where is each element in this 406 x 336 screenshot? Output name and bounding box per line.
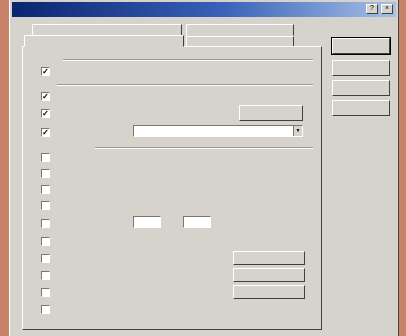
checkbox[interactable] (41, 169, 50, 178)
checkbox[interactable] (41, 254, 50, 263)
option-row[interactable] (41, 201, 311, 211)
close-button[interactable]: × (381, 4, 393, 14)
title-bar[interactable]: ? × (12, 2, 396, 17)
option-row[interactable] (41, 271, 231, 281)
apply-button[interactable] (332, 80, 390, 96)
checkbox[interactable] (41, 185, 50, 194)
background-left (0, 0, 9, 336)
option-row[interactable] (41, 153, 311, 163)
spin-field-2[interactable] (183, 216, 211, 228)
field-button[interactable] (233, 251, 305, 265)
separator (57, 84, 313, 86)
option-row[interactable]: ✓ (41, 128, 131, 138)
checkbox[interactable] (41, 219, 50, 228)
option-row[interactable] (41, 288, 231, 298)
background-right (398, 0, 406, 336)
tab-back-2[interactable] (186, 24, 294, 36)
checkbox[interactable] (41, 305, 50, 314)
checkbox[interactable] (41, 153, 50, 162)
option-row[interactable] (41, 237, 311, 247)
dropdown-select[interactable]: ▼ (133, 125, 303, 137)
separator (95, 147, 313, 149)
checkbox[interactable]: ✓ (41, 67, 50, 76)
spin-field-1[interactable] (133, 216, 161, 228)
checkbox[interactable]: ✓ (41, 92, 50, 101)
ok-button[interactable] (331, 37, 391, 55)
help-title-button[interactable]: ? (366, 4, 378, 14)
option-row[interactable] (41, 185, 311, 195)
option-row[interactable] (41, 219, 131, 229)
option-row[interactable] (41, 169, 311, 179)
field-button[interactable] (233, 285, 305, 299)
separator (63, 59, 313, 61)
option-row[interactable]: ✓ (41, 67, 311, 77)
option-row[interactable]: ✓ (41, 92, 311, 102)
option-row[interactable] (41, 254, 231, 264)
checkbox[interactable] (41, 201, 50, 210)
checkbox[interactable] (41, 271, 50, 280)
options-dialog: ? × ✓ ✓ ✓ ✓ ▼ (9, 0, 399, 336)
checkbox[interactable]: ✓ (41, 128, 50, 137)
tab-front-1-active[interactable] (24, 35, 184, 47)
tab-panel: ✓ ✓ ✓ ✓ ▼ (22, 46, 322, 330)
field-button[interactable] (233, 268, 305, 282)
checkbox[interactable] (41, 288, 50, 297)
help-button[interactable] (332, 100, 390, 116)
option-row[interactable] (41, 305, 311, 315)
checkbox[interactable] (41, 237, 50, 246)
checkbox[interactable]: ✓ (41, 109, 50, 118)
cancel-button[interactable] (332, 60, 390, 76)
chevron-down-icon[interactable]: ▼ (293, 126, 302, 136)
browse-button[interactable] (239, 105, 303, 121)
